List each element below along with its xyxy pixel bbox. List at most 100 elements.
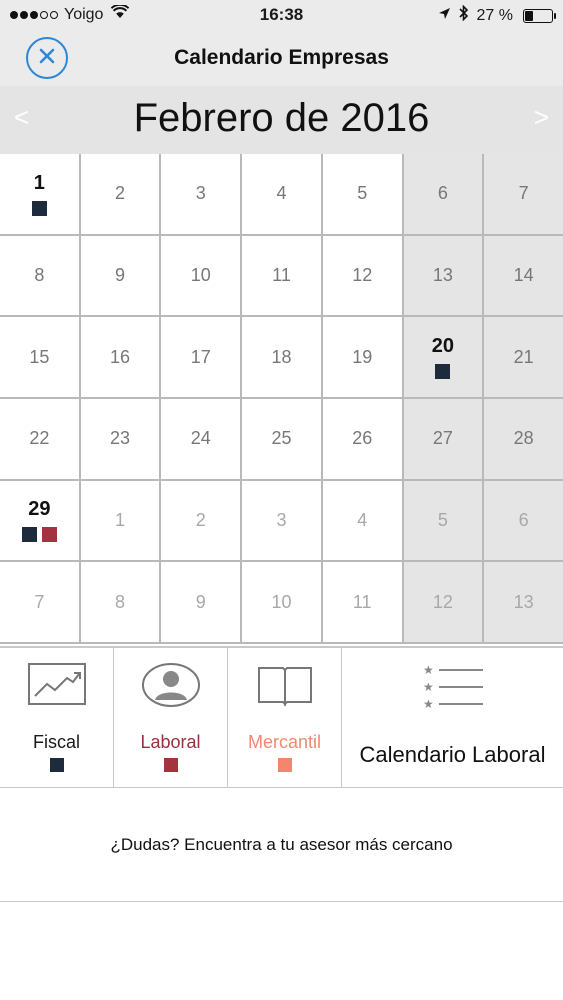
day-number: 10 bbox=[271, 591, 292, 612]
day-number: 8 bbox=[115, 591, 126, 612]
day-number: 22 bbox=[29, 428, 50, 449]
category-label: Fiscal bbox=[32, 732, 80, 752]
calendar-day-cell[interactable]: 14 bbox=[484, 235, 563, 316]
day-number: 27 bbox=[432, 428, 453, 449]
category-color-marker bbox=[277, 758, 292, 772]
calendar-day-cell[interactable]: 28 bbox=[484, 398, 563, 479]
calendar-day-cell[interactable]: 17 bbox=[161, 317, 241, 397]
calendar-day-cell[interactable]: 24 bbox=[161, 398, 241, 479]
calendar-day-cell[interactable]: 3 bbox=[161, 154, 241, 234]
calendar-day-cell[interactable]: 20 bbox=[403, 317, 483, 397]
calendar-day-cell[interactable]: 29 bbox=[0, 480, 79, 561]
battery-icon bbox=[523, 8, 556, 23]
calendar-day-cell[interactable]: 5 bbox=[403, 480, 483, 561]
calendar-day-cell[interactable]: 27 bbox=[403, 398, 483, 479]
calendar-day-cell[interactable]: 15 bbox=[0, 317, 79, 397]
calendar-day-cell[interactable]: 16 bbox=[80, 317, 160, 397]
calendar-day-cell[interactable]: 4 bbox=[242, 154, 321, 234]
day-number: 3 bbox=[195, 183, 206, 204]
calendario-laboral-button[interactable]: ★ ★ ★ Calendario Laboral bbox=[342, 648, 563, 787]
day-number: 11 bbox=[272, 264, 291, 285]
calendar-day-cell[interactable]: 10 bbox=[161, 235, 241, 316]
find-advisor-text: ¿Dudas? Encuentra a tu asesor más cercan… bbox=[110, 834, 453, 854]
calendar-day-cell[interactable]: 1 bbox=[0, 154, 79, 234]
day-number: 1 bbox=[115, 509, 126, 530]
calendar-day-cell[interactable]: 26 bbox=[322, 398, 402, 479]
day-number: 26 bbox=[352, 428, 373, 449]
day-number: 6 bbox=[518, 509, 529, 530]
day-number: 4 bbox=[276, 183, 287, 204]
calendar-day-cell[interactable]: 2 bbox=[161, 480, 241, 561]
category-laboral[interactable]: Laboral bbox=[114, 648, 228, 787]
calendar-day-cell[interactable]: 25 bbox=[242, 398, 321, 479]
page-title: Calendario Empresas bbox=[174, 46, 389, 69]
calendar-day-cell[interactable]: 6 bbox=[403, 154, 483, 234]
day-number: 10 bbox=[190, 264, 211, 285]
calendar-day-cell[interactable]: 5 bbox=[322, 154, 402, 234]
status-icons: 27 % bbox=[438, 4, 556, 26]
calendar-day-cell[interactable]: 7 bbox=[484, 154, 563, 234]
day-number: 3 bbox=[276, 509, 287, 530]
calendar-day-cell[interactable]: 23 bbox=[80, 398, 160, 479]
calendar-day-cell[interactable]: 21 bbox=[484, 317, 563, 397]
calendar-day-cell[interactable]: 2 bbox=[80, 154, 160, 234]
day-number: 1 bbox=[33, 171, 45, 194]
calendario-laboral-label: Calendario Laboral bbox=[359, 742, 546, 767]
calendar-day-cell[interactable]: 13 bbox=[403, 235, 483, 316]
day-number: 20 bbox=[431, 335, 455, 358]
nav-bar: Calendario Empresas bbox=[0, 30, 563, 86]
day-number: 18 bbox=[271, 346, 292, 367]
day-number: 2 bbox=[195, 509, 206, 530]
calendar-day-cell[interactable]: 1 bbox=[80, 480, 160, 561]
day-number: 6 bbox=[437, 183, 448, 204]
day-number: 5 bbox=[357, 183, 368, 204]
day-number: 4 bbox=[357, 509, 368, 530]
category-fiscal[interactable]: Fiscal bbox=[0, 648, 114, 787]
next-month-button[interactable]: > bbox=[534, 102, 549, 133]
day-number: 21 bbox=[513, 346, 534, 367]
category-mercantil[interactable]: Mercantil bbox=[228, 648, 342, 787]
day-number: 28 bbox=[513, 428, 534, 449]
month-header: < Febrero de 2016 > bbox=[0, 86, 563, 154]
calendar-day-cell[interactable]: 13 bbox=[484, 562, 563, 642]
calendar-day-cell[interactable]: 8 bbox=[80, 562, 160, 642]
category-bar: Fiscal Laboral Mercantil ★ ★ ★ Calendario … bbox=[0, 646, 563, 788]
calendar-day-cell[interactable]: 12 bbox=[403, 562, 483, 642]
bluetooth-icon bbox=[458, 4, 469, 26]
day-number: 12 bbox=[432, 591, 453, 612]
calendar-day-cell[interactable]: 22 bbox=[0, 398, 79, 479]
day-number: 13 bbox=[513, 591, 534, 612]
day-number: 11 bbox=[352, 591, 372, 612]
calendar-day-cell[interactable]: 12 bbox=[322, 235, 402, 316]
event-marker-fiscal bbox=[21, 527, 37, 543]
calendar-day-cell[interactable]: 9 bbox=[161, 562, 241, 642]
day-number: 23 bbox=[110, 428, 131, 449]
open-book-icon bbox=[228, 662, 341, 708]
day-number: 24 bbox=[190, 428, 211, 449]
find-advisor-link[interactable]: ¿Dudas? Encuentra a tu asesor más cercan… bbox=[0, 788, 563, 902]
day-number: 8 bbox=[34, 264, 45, 285]
day-number: 9 bbox=[115, 264, 126, 285]
calendar-day-cell[interactable]: 6 bbox=[484, 480, 563, 561]
calendar-day-cell[interactable]: 19 bbox=[322, 317, 402, 397]
calendar-grid: 1 2 3 4 5 6 7 8 9 10 11 12 13 14 15 16 17 18 19 20 21 22 23 24 2… bbox=[0, 154, 563, 644]
calendar-day-cell[interactable]: 11 bbox=[322, 562, 402, 642]
event-markers bbox=[21, 527, 57, 543]
calendar-day-cell[interactable]: 11 bbox=[242, 235, 321, 316]
status-bar: Yoigo 16:38 27 % bbox=[0, 0, 563, 30]
svg-text:★: ★ bbox=[423, 697, 434, 711]
day-number: 7 bbox=[34, 591, 45, 612]
calendar-day-cell[interactable]: 18 bbox=[242, 317, 321, 397]
day-number: 16 bbox=[110, 346, 131, 367]
event-marker-fiscal bbox=[31, 200, 47, 216]
day-number: 13 bbox=[432, 264, 453, 285]
calendar-day-cell[interactable]: 4 bbox=[322, 480, 402, 561]
svg-text:★: ★ bbox=[423, 680, 434, 694]
calendar-day-cell[interactable]: 7 bbox=[0, 562, 79, 642]
calendar-day-cell[interactable]: 10 bbox=[242, 562, 321, 642]
calendar-day-cell[interactable]: 9 bbox=[80, 235, 160, 316]
day-number: 15 bbox=[29, 346, 50, 367]
calendar-day-cell[interactable]: 8 bbox=[0, 235, 79, 316]
calendar-day-cell[interactable]: 3 bbox=[242, 480, 321, 561]
month-title: Febrero de 2016 bbox=[133, 96, 430, 140]
